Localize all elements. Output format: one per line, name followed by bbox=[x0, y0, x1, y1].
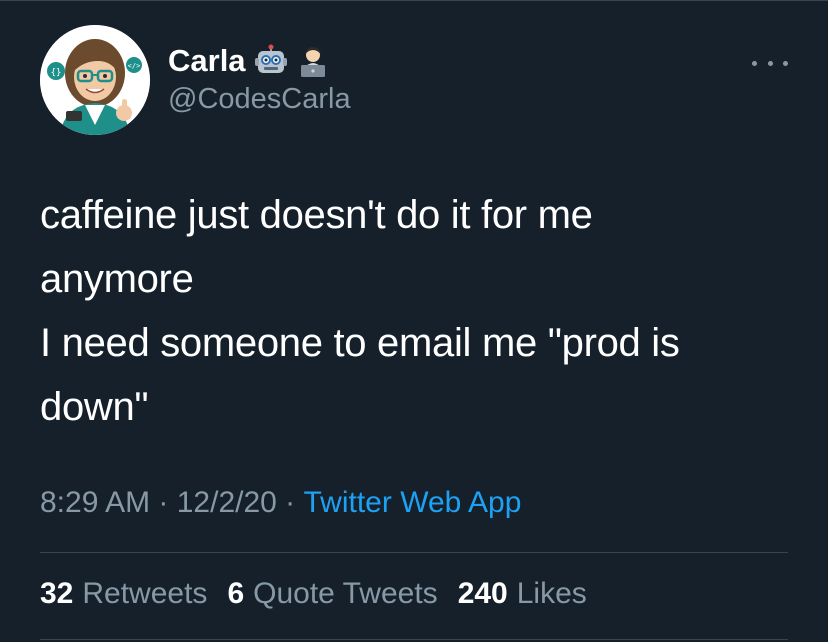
meta-separator: · bbox=[150, 486, 177, 519]
robot-face-icon bbox=[254, 44, 288, 78]
svg-text:</>: </> bbox=[128, 62, 141, 70]
more-dot bbox=[783, 60, 788, 66]
display-name[interactable]: Carla bbox=[168, 43, 246, 79]
user-handle[interactable]: @CodesCarla bbox=[168, 83, 351, 116]
likes-count: 240 bbox=[457, 577, 508, 610]
quote-tweets-count: 6 bbox=[227, 577, 245, 610]
tweet-meta: 8:29 AM · 12/2/20 · Twitter Web App bbox=[40, 486, 521, 520]
retweets-count: 32 bbox=[40, 577, 74, 610]
tweet-source-link[interactable]: Twitter Web App bbox=[304, 486, 522, 520]
divider bbox=[40, 552, 788, 553]
retweets-stat[interactable]: 32 Retweets bbox=[40, 577, 207, 611]
quote-tweets-label: Quote Tweets bbox=[253, 577, 438, 610]
svg-text:{}: {} bbox=[51, 68, 62, 78]
divider bbox=[40, 639, 788, 640]
tweet-stats: 32 Retweets 6 Quote Tweets 240 Likes bbox=[40, 577, 607, 611]
quote-tweets-stat[interactable]: 6 Quote Tweets bbox=[227, 577, 437, 611]
name-row: Carla bbox=[168, 41, 330, 81]
avatar[interactable]: {} </> bbox=[40, 25, 150, 135]
likes-label: Likes bbox=[516, 577, 587, 610]
meta-separator: · bbox=[276, 486, 304, 519]
retweets-label: Retweets bbox=[82, 577, 208, 610]
technologist-icon bbox=[296, 44, 330, 78]
more-options-icon[interactable] bbox=[752, 53, 788, 73]
more-dot bbox=[767, 60, 773, 66]
tweet-date[interactable]: 12/2/20 bbox=[177, 486, 277, 520]
tweet-text: caffeine just doesn't do it for me anymo… bbox=[40, 193, 680, 429]
tweet-time[interactable]: 8:29 AM bbox=[40, 486, 150, 520]
likes-stat[interactable]: 240 Likes bbox=[458, 577, 587, 611]
avatar-illustration: {} </> bbox=[40, 25, 150, 135]
tweet-card: {} </> Carla @CodesCarla caffeine just d… bbox=[0, 0, 828, 642]
more-dot bbox=[752, 60, 757, 66]
